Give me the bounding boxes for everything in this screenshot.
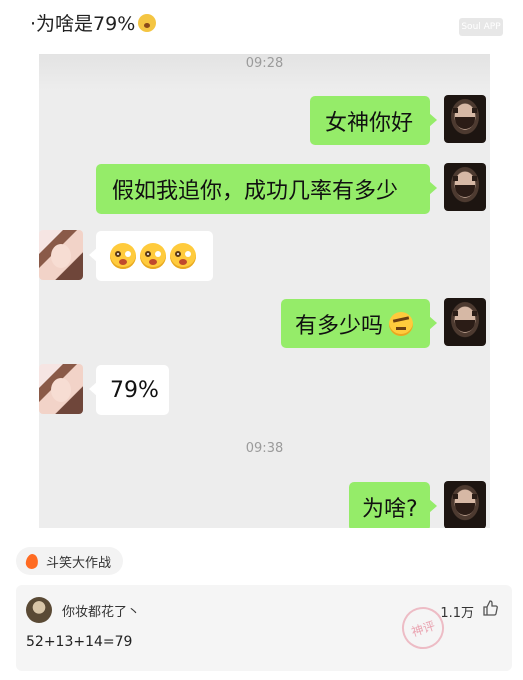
message-bubble-sent: 女神你好 [310, 96, 437, 145]
receiver-avatar [39, 230, 83, 280]
topic-tag[interactable]: 斗笑大作战 [16, 547, 124, 575]
hot-comment[interactable]: 你妆都花了丶 1.1万 52+13+14=79 神评 [16, 585, 512, 671]
drooling-emoji-icon [140, 243, 166, 269]
comment-text: 52+13+14=79 [26, 634, 133, 650]
receiver-avatar [39, 364, 83, 414]
message-text: 79% [110, 377, 159, 403]
sender-avatar [444, 298, 486, 346]
commenter-username[interactable]: 你妆都花了丶 [62, 601, 140, 620]
surprised-emoji-icon [138, 14, 157, 32]
message-bubble-received: 79% [89, 365, 169, 415]
thumbs-up-icon[interactable] [482, 600, 498, 620]
timestamp: 09:38 [245, 441, 284, 456]
message-text: 假如我追你，成功几率有多少 [112, 179, 399, 204]
sender-avatar [444, 95, 486, 143]
thinking-emoji-icon [389, 311, 414, 336]
topic-tag-label: 斗笑大作战 [46, 555, 112, 571]
drooling-emoji-icon [170, 243, 196, 269]
thumbs-up-glyph [483, 600, 498, 616]
message-bubble-sent: 有多少吗 [281, 299, 437, 348]
post-title: ·为啥是79% [30, 9, 157, 36]
timestamp: 09:28 [245, 56, 284, 71]
drooling-emoji-icon [110, 243, 136, 269]
message-bubble-received [89, 231, 213, 281]
sender-avatar [444, 163, 486, 211]
chat-screenshot-image: 09:28 女神你好 假如我追你，成功几率有多少 有多少吗 79% 09:38 … [39, 54, 490, 528]
message-text: 有多少吗 [295, 313, 384, 339]
commenter-avatar[interactable] [26, 597, 52, 623]
message-text: 为啥? [362, 496, 418, 522]
like-count: 1.1万 [440, 606, 474, 621]
message-bubble-sent: 假如我追你，成功几率有多少 [96, 164, 437, 214]
sender-avatar [444, 481, 486, 528]
flame-icon [25, 552, 39, 570]
post-title-text: ·为啥是79% [30, 13, 136, 35]
message-text: 女神你好 [325, 110, 414, 136]
message-bubble-sent: 为啥? [349, 482, 437, 528]
soul-watermark: Soul APP [459, 18, 503, 36]
